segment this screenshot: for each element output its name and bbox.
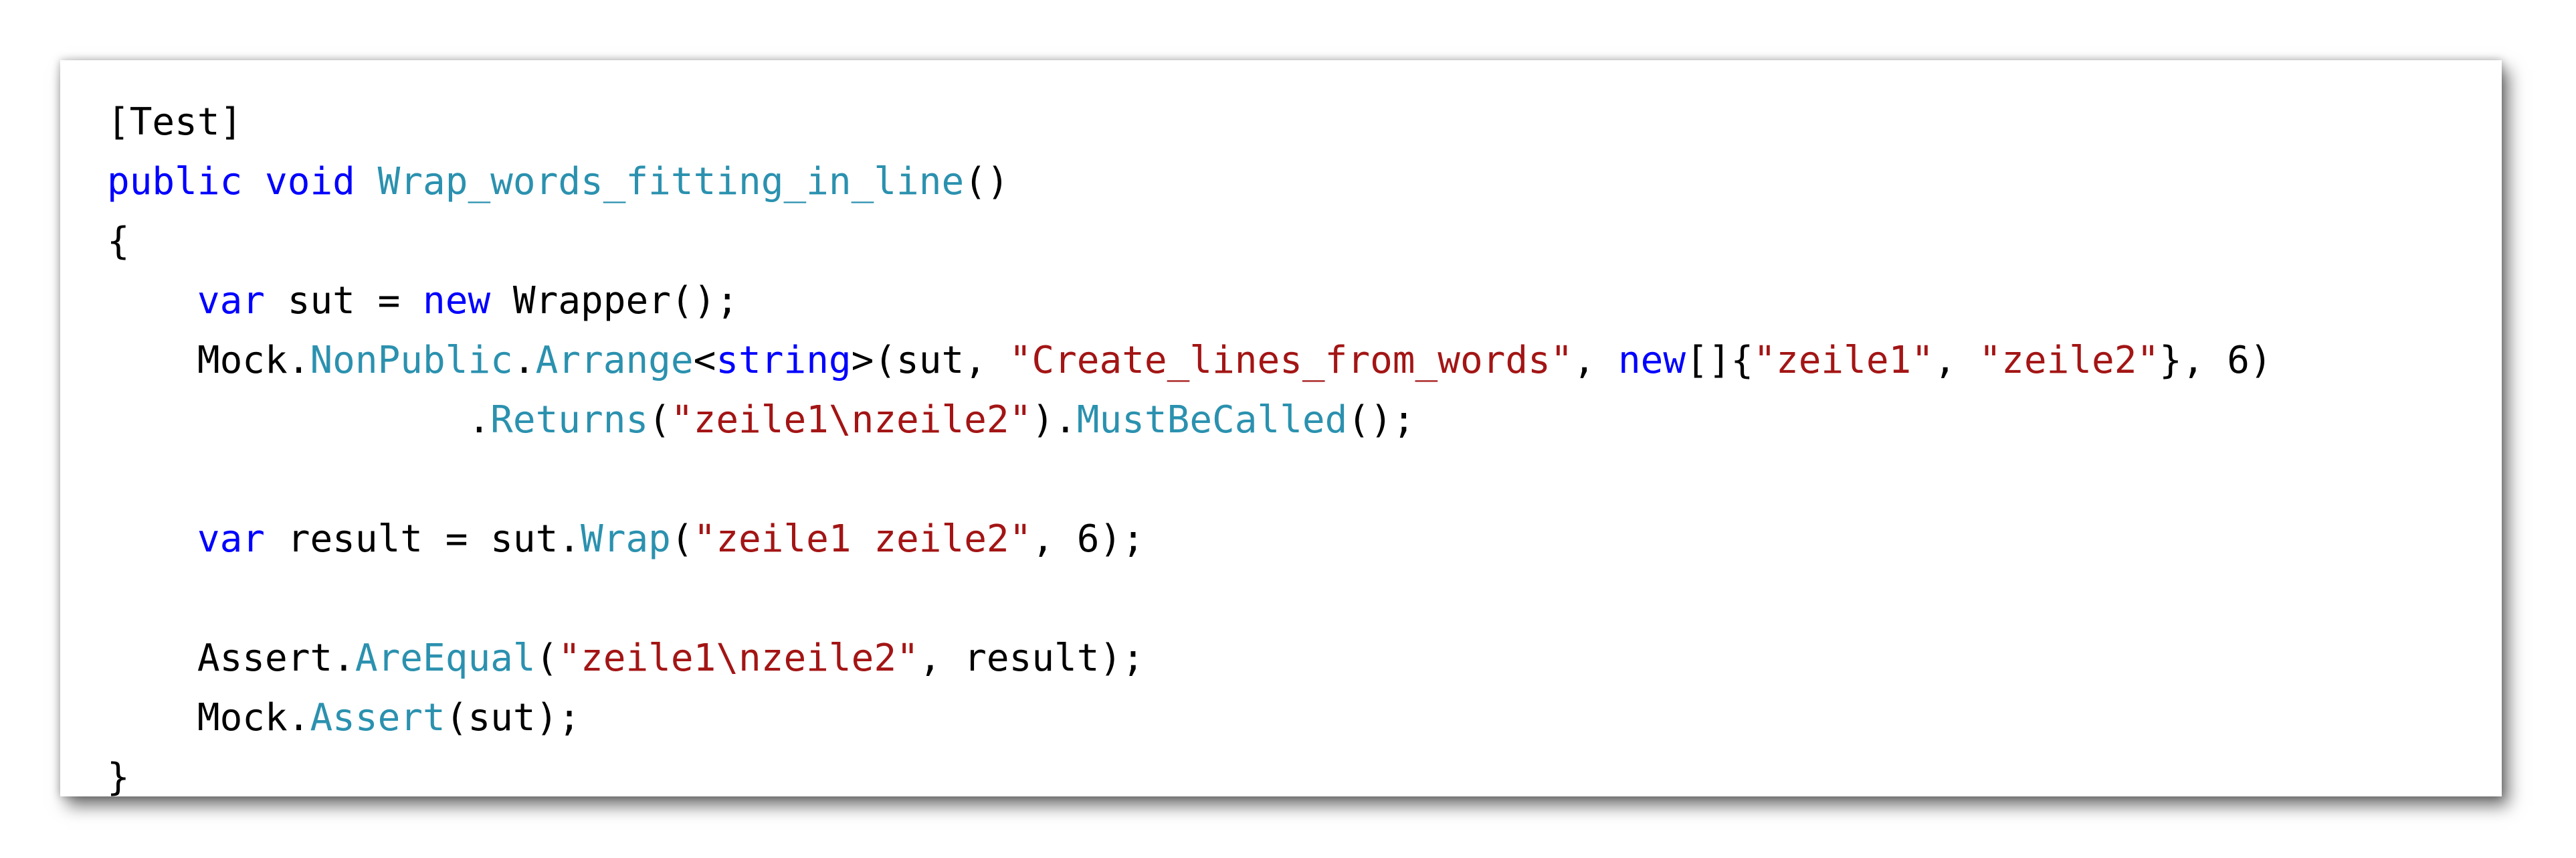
code-token-type: Returns [490, 398, 649, 442]
code-token-kw: public [107, 160, 243, 203]
code-line: public void Wrap_words_fitting_in_line() [107, 152, 2272, 211]
code-token-type: Arrange [535, 339, 694, 382]
code-token-plain: } [107, 756, 130, 799]
code-line: Mock.Assert(sut); [107, 688, 2272, 748]
code-token-type: MustBeCalled [1076, 398, 1348, 442]
screenshot-stage: [Test] public void Wrap_words_fitting_in_… [0, 0, 2576, 858]
code-token-plain: sut = [265, 279, 423, 323]
code-token-str: "zeile1\nzeile2" [670, 398, 1032, 442]
code-token-str: "zeile2" [1979, 339, 2160, 382]
code-token-plain: , [1933, 339, 1979, 382]
code-token-plain: [Test] [107, 100, 243, 144]
code-token-plain: ( [648, 398, 671, 442]
code-token-plain: . [107, 398, 491, 442]
code-token-str: "zeile1 zeile2" [693, 517, 1032, 561]
code-token-plain: () [964, 160, 1009, 203]
code-token-kw: new [423, 279, 491, 323]
code-token-plain: Mock. [107, 696, 310, 740]
code-line: .Returns("zeile1\nzeile2").MustBeCalled(… [107, 390, 2272, 450]
code-token-str: "zeile1\nzeile2" [558, 636, 919, 680]
code-line: [Test] [107, 92, 2272, 152]
code-block[interactable]: [Test] public void Wrap_words_fitting_in_… [107, 92, 2272, 807]
code-line: Assert.AreEqual("zeile1\nzeile2", result… [107, 628, 2272, 688]
code-token-plain: { [107, 220, 130, 263]
code-token-type: NonPublic [310, 339, 513, 382]
code-line: { [107, 211, 2272, 271]
code-token-plain: , [1573, 339, 1618, 382]
code-token-str: "zeile1" [1753, 339, 1934, 382]
code-token-kw: var [197, 279, 266, 323]
code-token-plain: ( [535, 636, 559, 680]
code-token-type: Assert [310, 696, 445, 740]
code-token-plain: Assert. [107, 636, 355, 680]
code-token-plain: (sut); [445, 696, 581, 740]
code-token-plain: (); [1347, 398, 1415, 442]
code-token-plain: Mock. [107, 339, 310, 382]
code-token-plain: ( [670, 517, 694, 561]
code-token-type: Wrap_words_fitting_in_line [377, 160, 965, 203]
code-token-kw: new [1617, 339, 1686, 382]
code-token-type: AreEqual [355, 636, 536, 680]
code-token-kw: void [265, 160, 355, 203]
code-token-plain: . [512, 339, 536, 382]
code-token-plain: []{ [1686, 339, 1754, 382]
code-token-plain: result = sut. [265, 517, 581, 561]
code-token-type: Wrap [581, 517, 671, 561]
code-token-kw: string [716, 339, 852, 382]
code-token-plain: , 6); [1031, 517, 1145, 561]
code-line: Mock.NonPublic.Arrange<string>(sut, "Cre… [107, 331, 2272, 390]
code-token-plain: ). [1031, 398, 1077, 442]
code-token-plain: }, 6) [2159, 339, 2272, 382]
code-token-plain: , result); [918, 636, 1145, 680]
code-token-str: "Create_lines_from_words" [1009, 339, 1573, 382]
code-line: } [107, 748, 2272, 807]
code-panel: [Test] public void Wrap_words_fitting_in_… [60, 60, 2502, 799]
code-token-plain: < [693, 339, 716, 382]
code-line: var result = sut.Wrap("zeile1 zeile2", 6… [107, 509, 2272, 569]
code-token-kw: var [197, 517, 266, 561]
code-token-plain: >(sut, [851, 339, 1009, 382]
code-token-plain: Wrapper(); [490, 279, 739, 323]
code-line: var sut = new Wrapper(); [107, 271, 2272, 331]
